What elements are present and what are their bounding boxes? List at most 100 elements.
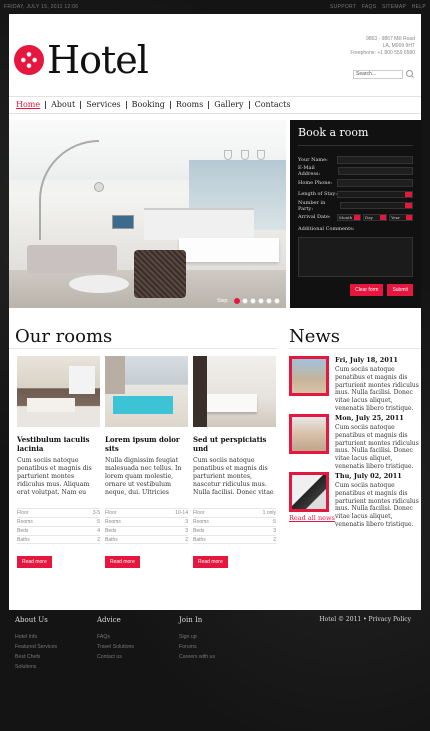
footer-link[interactable]: Best Chefs xyxy=(15,652,57,662)
spec-label: Beds xyxy=(193,528,205,534)
top-link-support[interactable]: SUPPORT xyxy=(330,4,356,10)
slide-dot-3[interactable] xyxy=(249,298,256,304)
slide-dot-4[interactable] xyxy=(257,298,264,304)
stay-select[interactable] xyxy=(337,190,413,198)
spec-value: 1 only xyxy=(262,510,276,516)
spec-value: 2 xyxy=(273,536,276,543)
nav-gallery[interactable]: Gallery xyxy=(208,101,248,109)
footer-link[interactable]: Careers with us xyxy=(179,652,215,662)
spec-value: 5 xyxy=(97,519,100,525)
logo-text: Hotel xyxy=(47,38,149,82)
freephone: Freephone: +1 800 559 6580 xyxy=(350,50,415,57)
room-3-read-more-button[interactable]: Read more xyxy=(193,556,228,568)
news-2-date[interactable]: Mon, July 25, 2011 xyxy=(335,414,404,422)
phone-label: Home Phone: xyxy=(298,179,333,186)
slide-dot-2[interactable] xyxy=(241,298,248,304)
room-1-title: Vestibulum iaculis lacinia xyxy=(17,435,90,453)
footer-link[interactable]: Hotel Info xyxy=(15,632,57,642)
spec-value: 4 xyxy=(97,528,100,534)
comments-label: Additional Comments: xyxy=(298,225,355,232)
nav-rooms[interactable]: Rooms xyxy=(169,101,208,109)
booking-title: Book a room xyxy=(298,126,413,146)
top-link-faqs[interactable]: FAQS xyxy=(362,4,377,10)
footer-link[interactable]: Contact us xyxy=(97,652,134,662)
year-select[interactable]: Year xyxy=(389,213,413,221)
freephone-number: +1 800 559 6580 xyxy=(377,50,415,56)
footer-link[interactable]: Forums xyxy=(179,642,215,652)
news-1-date[interactable]: Fri, July 18, 2011 xyxy=(335,356,398,364)
day-select[interactable]: Day xyxy=(363,213,387,221)
header: Hotel 9863 - 9867 Mill Road LA, M009 9HT… xyxy=(9,14,421,94)
email-field[interactable] xyxy=(337,167,413,176)
spec-label: Beds xyxy=(17,528,29,534)
booking-form: Book a room Your Name: E-Mail Address: H… xyxy=(290,120,421,308)
room-2-title: Lorem ipsum dolor sits xyxy=(105,435,180,453)
footer-column-join: Join In Sign up Forums Careers with us xyxy=(179,616,215,662)
news-2-thumbnail[interactable] xyxy=(289,414,329,454)
slide-dot-6[interactable] xyxy=(273,298,280,304)
spec-value: 2 xyxy=(97,536,100,543)
month-select[interactable]: Month xyxy=(337,213,361,221)
clear-form-button[interactable]: Clear form xyxy=(350,284,384,296)
address-line-2: LA, M009 9HT xyxy=(382,43,415,49)
slide-dot-1[interactable] xyxy=(233,298,240,304)
search-form: Search... xyxy=(353,70,415,79)
phone-field[interactable] xyxy=(337,178,413,187)
nav-contacts[interactable]: Contacts xyxy=(248,101,296,109)
room-3-image[interactable] xyxy=(193,356,276,427)
spec-label: Floor xyxy=(105,510,117,516)
nav-home[interactable]: Home xyxy=(15,101,45,109)
logo[interactable]: Hotel xyxy=(14,38,149,82)
spec-value: 2 xyxy=(185,536,188,543)
spec-label: Baths xyxy=(17,536,30,543)
party-select[interactable] xyxy=(340,202,413,210)
footer-link[interactable]: Solutions xyxy=(15,662,57,672)
news-1-text: Cum sociis natoque penatibus et magnis d… xyxy=(335,366,419,412)
comments-textarea[interactable] xyxy=(298,236,413,277)
footer-heading: About Us xyxy=(15,616,48,624)
news-title: News xyxy=(289,326,341,347)
flower-logo-icon xyxy=(14,45,44,75)
search-input[interactable]: Search... xyxy=(353,70,403,79)
footer-link[interactable]: Sign up xyxy=(179,632,215,642)
spec-value: 10-14 xyxy=(175,510,188,516)
top-link-help[interactable]: HELP xyxy=(412,4,426,10)
nav-services[interactable]: Services xyxy=(80,101,125,109)
spec-label: Rooms xyxy=(17,519,33,525)
wicker-chair-image xyxy=(134,250,186,298)
room-card-2: Lorem ipsum dolor sits Nulla dignissim f… xyxy=(105,356,188,568)
spec-value: 3-5 xyxy=(92,510,100,516)
top-links: SUPPORT FAQS SITEMAP HELP xyxy=(326,4,426,10)
room-card-1: Vestibulum iaculis lacinia Cum sociis na… xyxy=(17,356,100,568)
read-all-news-link[interactable]: Read all news xyxy=(289,514,335,522)
nav-about[interactable]: About xyxy=(45,101,80,109)
address-line-1: 9863 - 9867 Mill Road xyxy=(366,36,415,42)
search-icon[interactable] xyxy=(406,70,415,79)
footer-link[interactable]: FAQs xyxy=(97,632,134,642)
room-1-image[interactable] xyxy=(17,356,100,427)
spec-label: Rooms xyxy=(105,519,121,525)
footer-link[interactable]: Featured Services xyxy=(15,642,57,652)
slider-step-label: Step: xyxy=(217,298,229,304)
room-2-read-more-button[interactable]: Read more xyxy=(105,556,140,568)
submit-button[interactable]: Submit xyxy=(387,284,413,296)
nav-booking[interactable]: Booking xyxy=(125,101,170,109)
slider-pagination: Step: xyxy=(217,298,280,304)
party-label: Number in Party: xyxy=(298,199,326,212)
slide-dot-5[interactable] xyxy=(265,298,272,304)
news-3-text: Cum sociis natoque penatibus et magnis d… xyxy=(335,482,419,528)
main-nav: Home About Services Booking Rooms Galler… xyxy=(9,96,421,114)
freephone-label: Freephone: xyxy=(350,50,376,56)
top-link-sitemap[interactable]: SITEMAP xyxy=(382,4,406,10)
rooms-title: Our rooms xyxy=(15,326,113,347)
room-3-text: Cum sociis natoque penatibus et magnis d… xyxy=(193,457,274,497)
news-3-date[interactable]: Thu, July 02, 2011 xyxy=(335,472,402,480)
current-date: FRIDAY, JULY 15, 2011 12:06 xyxy=(4,4,79,10)
room-1-read-more-button[interactable]: Read more xyxy=(17,556,52,568)
news-3-thumbnail[interactable] xyxy=(289,472,329,512)
name-field[interactable] xyxy=(337,155,413,164)
email-label: E-Mail Address: xyxy=(298,165,321,178)
room-2-image[interactable] xyxy=(105,356,188,427)
footer-link[interactable]: Travel Solutions xyxy=(97,642,134,652)
news-1-thumbnail[interactable] xyxy=(289,356,329,396)
